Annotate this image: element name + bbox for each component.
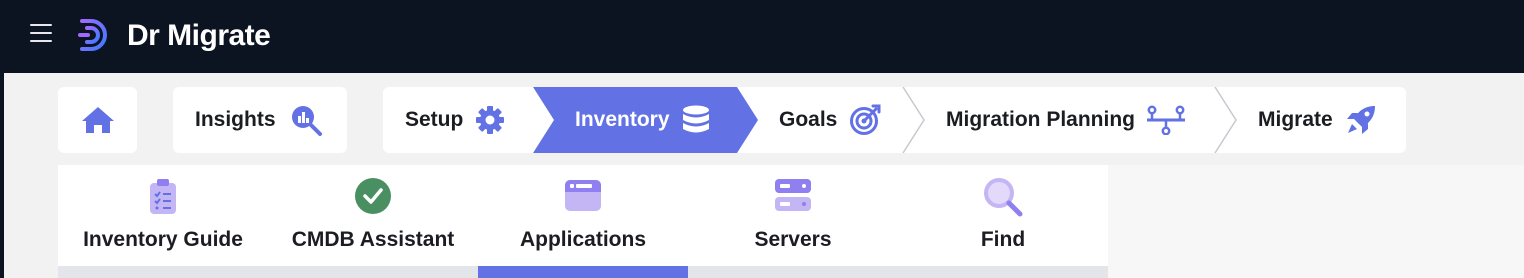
flow-icon (1147, 105, 1185, 135)
rocket-icon (1346, 106, 1375, 134)
inventory-subnav: Inventory Guide CMDB Assistant Applicati… (58, 165, 1108, 278)
database-icon (682, 105, 709, 133)
home-button[interactable] (58, 87, 137, 153)
subnav-cmdb-assistant-underline (268, 266, 478, 278)
migration-wizard-steps: Setup Inventory Goals Migration Planning… (383, 87, 1406, 153)
subnav-servers-label: Servers (754, 228, 832, 251)
target-icon (850, 104, 881, 135)
check-circle-icon (355, 178, 391, 214)
dr-migrate-logo-icon (78, 19, 107, 51)
home-icon (81, 107, 114, 133)
subnav-applications-underline (478, 266, 688, 278)
window-icon (565, 180, 601, 211)
magnifier-icon (984, 178, 1023, 217)
step-goals-label: Goals (779, 108, 838, 131)
subnav-inventory-guide[interactable]: Inventory Guide (58, 165, 268, 278)
gear-icon (476, 106, 505, 134)
step-setup[interactable]: Setup (405, 87, 505, 153)
subnav-inventory-guide-underline (58, 266, 268, 278)
insights-chart-icon (291, 106, 322, 136)
step-migrate[interactable]: Migrate (1258, 87, 1377, 153)
insights-label: Insights (195, 108, 276, 131)
step-setup-label: Setup (405, 108, 464, 131)
subnav-cmdb-assistant[interactable]: CMDB Assistant (268, 165, 478, 278)
step-migration-planning[interactable]: Migration Planning (946, 87, 1185, 153)
step-inventory[interactable]: Inventory (575, 87, 710, 153)
subnav-servers[interactable]: Servers (688, 165, 898, 278)
server-icon (775, 179, 811, 211)
app-brand-name: Dr Migrate (127, 19, 271, 52)
left-edge-bar (0, 0, 4, 278)
step-goals[interactable]: Goals (779, 87, 881, 153)
insights-button[interactable]: Insights (173, 87, 347, 153)
subnav-applications-label: Applications (519, 228, 646, 251)
subnav-inventory-guide-label: Inventory Guide (83, 228, 243, 251)
subnav-empty-area (1108, 165, 1524, 278)
subnav-find[interactable]: Find (898, 165, 1108, 278)
subnav-applications[interactable]: Applications (478, 165, 688, 278)
subnav-cmdb-assistant-label: CMDB Assistant (291, 228, 455, 251)
wizard-background (383, 87, 1406, 153)
subnav-servers-underline (688, 266, 898, 278)
subnav-find-underline (898, 266, 1108, 278)
step-migrate-label: Migrate (1258, 108, 1333, 131)
clipboard-checklist-icon (150, 179, 176, 214)
hamburger-menu-icon[interactable] (30, 24, 52, 44)
step-migration-planning-label: Migration Planning (946, 108, 1135, 131)
subnav-find-label: Find (980, 228, 1026, 251)
step-inventory-label: Inventory (575, 108, 670, 131)
